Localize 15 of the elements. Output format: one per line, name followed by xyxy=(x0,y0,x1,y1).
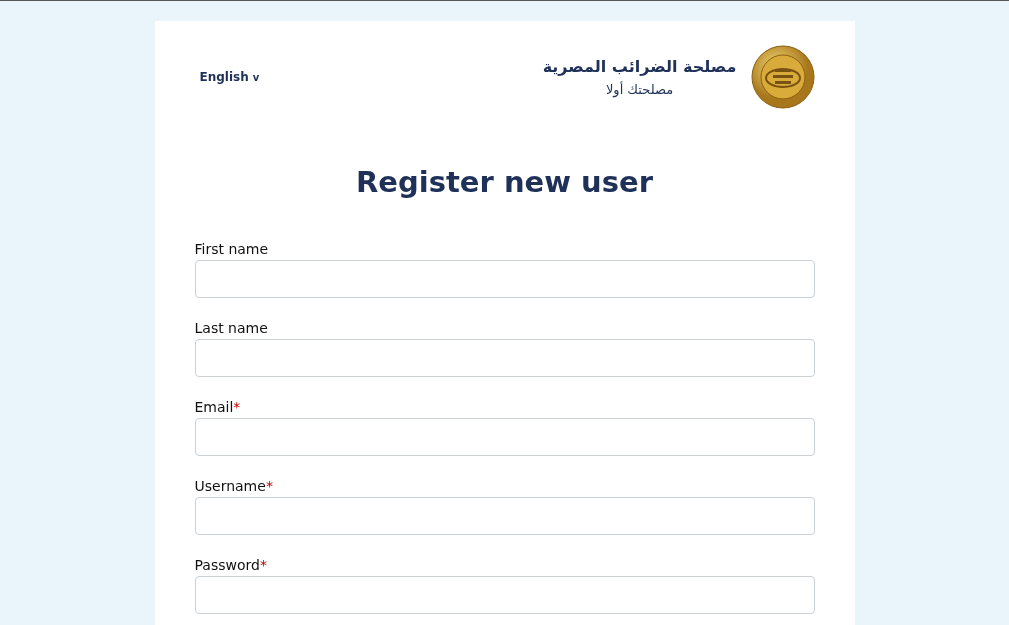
input-field[interactable] xyxy=(194,576,815,614)
seal-icon xyxy=(750,45,815,109)
field-label: Username* xyxy=(194,478,274,494)
field-label: Last name xyxy=(194,320,269,336)
page-title: Register new user xyxy=(355,165,654,199)
organization-slogan: مصلحتك أولا xyxy=(605,82,674,97)
organization-name: مصلحة الضرائب المصرية xyxy=(542,57,737,76)
field-label: Password* xyxy=(194,557,268,573)
field-label: First name xyxy=(194,241,270,257)
input-field[interactable] xyxy=(194,418,815,456)
field-label: Email* xyxy=(194,399,242,415)
input-field[interactable] xyxy=(194,260,815,298)
input-field[interactable] xyxy=(194,497,815,535)
input-field[interactable] xyxy=(194,339,815,377)
language-selector[interactable]: English v xyxy=(199,70,260,84)
